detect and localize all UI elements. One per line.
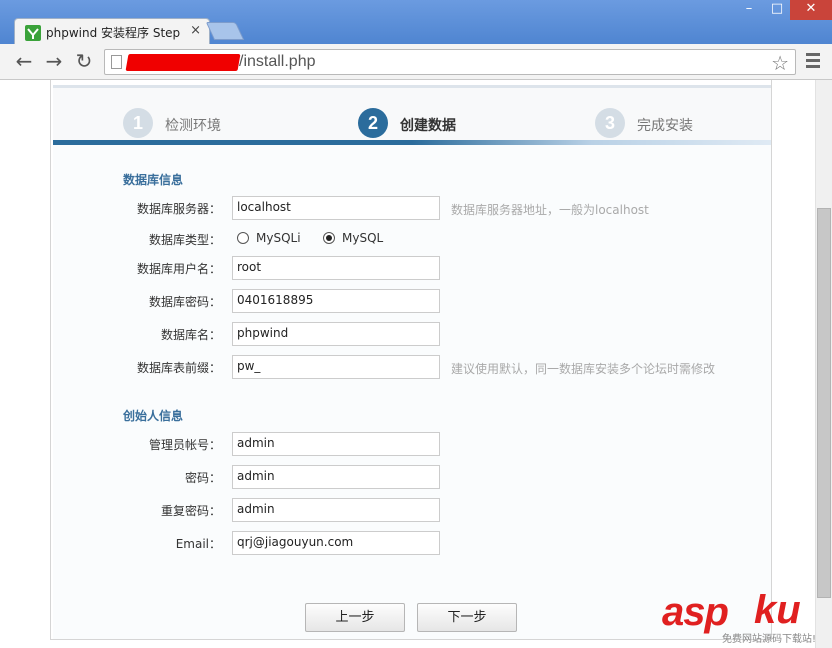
db-prefix-hint: 建议使用默认，同一数据库安装多个论坛时需修改: [451, 362, 716, 376]
db-name-input[interactable]: phpwind: [232, 322, 440, 346]
step-label: 完成安装: [637, 118, 693, 134]
browser-toolbar: ← → ↻ /install.php ☆: [0, 44, 832, 80]
db-prefix-input[interactable]: pw_: [232, 355, 440, 379]
db-type-label: 数据库类型：: [148, 233, 221, 247]
tab-close-icon[interactable]: ×: [190, 23, 201, 38]
step-number: 3: [595, 108, 625, 138]
database-section-title: 数据库信息: [123, 173, 184, 187]
repeat-password-input[interactable]: admin: [232, 498, 440, 522]
reload-icon[interactable]: ↻: [72, 50, 96, 74]
browser-titlebar: phpwind 安装程序 Step × – □ ✕: [0, 0, 832, 46]
scrollbar-thumb[interactable]: [817, 208, 831, 598]
db-server-label: 数据库服务器：: [136, 202, 221, 216]
admin-account-input[interactable]: admin: [232, 432, 440, 456]
mysql-radio[interactable]: [323, 232, 335, 244]
admin-account-row: 管理员帐号： admin: [53, 432, 771, 456]
phpwind-favicon-icon: [25, 25, 41, 41]
step-label: 检测环境: [165, 118, 221, 134]
email-label: Email：: [175, 537, 221, 551]
forward-arrow-icon[interactable]: →: [42, 50, 66, 74]
email-input[interactable]: qrj@jiagouyun.com: [232, 531, 440, 555]
minimize-button[interactable]: –: [737, 0, 761, 20]
watermark-brand-asp: asp: [662, 590, 729, 634]
tab-title: phpwind 安装程序 Step: [46, 26, 181, 40]
install-form: 数据库信息 数据库服务器： localhost 数据库服务器地址，一般为loca…: [53, 145, 771, 639]
address-bar[interactable]: /install.php ☆: [104, 49, 796, 75]
founder-section-title: 创始人信息: [123, 409, 184, 423]
db-name-label: 数据库名：: [160, 328, 221, 342]
db-server-input[interactable]: localhost: [232, 196, 440, 220]
prev-step-button[interactable]: 上一步: [305, 603, 405, 632]
steps-header: 1 检测环境 2 创建数据 3 完成安装: [53, 85, 771, 141]
repeat-password-row: 重复密码： admin: [53, 498, 771, 522]
mysql-radio-label: MySQL: [342, 231, 384, 245]
page-icon: [111, 55, 122, 69]
db-user-input[interactable]: root: [232, 256, 440, 280]
watermark-brand-ku: ku: [754, 588, 801, 632]
admin-account-label: 管理员帐号：: [148, 438, 221, 452]
db-password-label: 数据库密码：: [148, 295, 221, 309]
watermark-tagline: 免费网站源码下载站!: [722, 634, 817, 645]
bookmark-star-icon[interactable]: ☆: [771, 51, 789, 75]
mysqli-radio[interactable]: [237, 232, 249, 244]
browser-tab[interactable]: phpwind 安装程序 Step ×: [14, 18, 210, 46]
admin-password-row: 密码： admin: [53, 465, 771, 489]
url-redaction: [125, 54, 241, 71]
aspku-watermark-logo: asp ku 免费网站源码下载站!: [662, 588, 832, 648]
step-label: 创建数据: [400, 118, 456, 134]
db-server-row: 数据库服务器： localhost 数据库服务器地址，一般为localhost: [53, 196, 771, 220]
db-server-hint: 数据库服务器地址，一般为localhost: [451, 203, 649, 217]
maximize-button[interactable]: □: [765, 0, 789, 20]
menu-icon[interactable]: [806, 53, 820, 69]
db-prefix-row: 数据库表前缀： pw_ 建议使用默认，同一数据库安装多个论坛时需修改: [53, 355, 771, 379]
admin-password-input[interactable]: admin: [232, 465, 440, 489]
db-user-row: 数据库用户名： root: [53, 256, 771, 280]
email-row: Email： qrj@jiagouyun.com: [53, 531, 771, 555]
db-password-row: 数据库密码： 0401618895: [53, 289, 771, 313]
mysqli-radio-label: MySQLi: [256, 231, 301, 245]
url-text[interactable]: /install.php: [239, 53, 316, 71]
install-panel: 1 检测环境 2 创建数据 3 完成安装 数据库信息 数据库服务器： local…: [50, 80, 772, 640]
back-arrow-icon[interactable]: ←: [12, 50, 36, 74]
db-type-row: 数据库类型： MySQLi MySQL: [53, 227, 771, 251]
step-number: 1: [123, 108, 153, 138]
db-prefix-label: 数据库表前缀：: [136, 361, 221, 375]
page-viewport: 1 检测环境 2 创建数据 3 完成安装 数据库信息 数据库服务器： local…: [0, 80, 815, 648]
repeat-password-label: 重复密码：: [160, 504, 221, 518]
db-user-label: 数据库用户名：: [136, 262, 221, 276]
close-window-button[interactable]: ✕: [790, 0, 832, 20]
db-name-row: 数据库名： phpwind: [53, 322, 771, 346]
vertical-scrollbar[interactable]: [815, 80, 832, 648]
db-password-input[interactable]: 0401618895: [232, 289, 440, 313]
admin-password-label: 密码：: [184, 471, 221, 485]
step-number: 2: [358, 108, 388, 138]
next-step-button[interactable]: 下一步: [417, 603, 517, 632]
new-tab-button[interactable]: [205, 22, 245, 40]
